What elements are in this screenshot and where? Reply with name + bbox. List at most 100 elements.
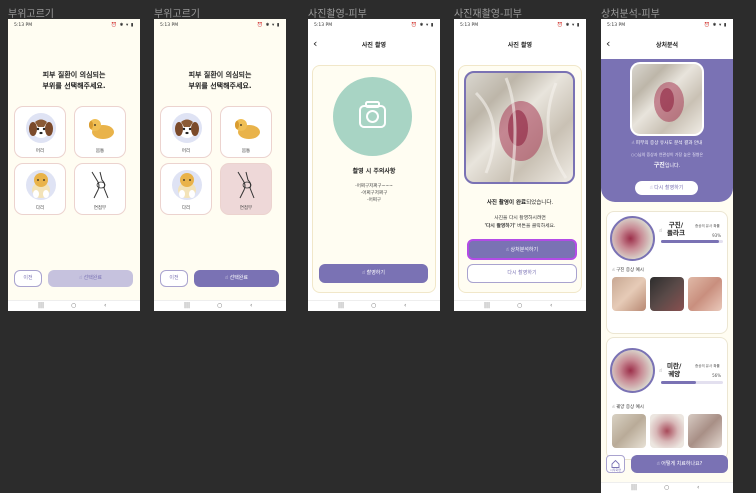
example-photo[interactable] — [688, 414, 722, 448]
reshoot-pill-button[interactable]: ☝ 다시 촬영하기 — [635, 181, 698, 195]
home-button[interactable]: 시작화면 — [606, 455, 625, 473]
camera-icon[interactable] — [333, 77, 412, 156]
status-icons: ⏰ ✱ ▾ ▮ — [704, 23, 727, 28]
part-option-joint[interactable]: 연접부 — [74, 163, 126, 215]
status-time: 5:13 PM — [14, 23, 33, 28]
phone-screen-capture: 5:13 PM ⏰ ✱ ▾ ▮ ‹ 사진 촬영 촬영 시 주의사항 -어쩌구저쩌구~… — [308, 19, 440, 311]
question-line: 부위를 선택해주세요. — [188, 82, 252, 90]
result-name: 구진/ 플라크 — [667, 221, 685, 237]
status-bar: 5:13 PM ⏰ ✱ ▾ ▮ — [8, 19, 140, 31]
question-text: 피부 질환이 의심되는 부위를 선택해주세요. — [154, 70, 286, 92]
done-message: 사진 촬영이 완료되었습니다. — [459, 198, 581, 206]
dog-head-icon — [172, 113, 202, 143]
status-time: 5:13 PM — [314, 23, 333, 28]
dog-leg-icon — [26, 170, 56, 200]
score-value: 93% — [712, 233, 721, 238]
part-option-head[interactable]: 머리 — [14, 106, 66, 158]
android-nav-bar: ||| ○ ‹ — [601, 482, 733, 493]
score-label: 증상의 유사 확률 — [695, 364, 720, 368]
home-label: 시작화면 — [609, 468, 622, 472]
confirm-button-disabled[interactable]: ☝ 선택완료 — [48, 270, 133, 287]
home-nav-icon[interactable]: ○ — [371, 302, 376, 309]
notice-title: 촬영 시 주의사항 — [352, 168, 396, 175]
part-option-head[interactable]: 머리 — [160, 106, 212, 158]
status-icons: ⏰ ✱ ▾ ▮ — [411, 23, 434, 28]
result-card[interactable]: ☝ 구진/ 플라크 증상의 유사 확률 93% ☝ 구진 증상 예시 — [606, 211, 728, 334]
example-photo[interactable] — [650, 414, 684, 448]
android-nav-bar: ||| ○ ‹ — [154, 300, 286, 311]
example-photo[interactable] — [688, 277, 722, 311]
home-nav-icon[interactable]: ○ — [217, 302, 222, 309]
part-option-joint-selected[interactable]: 연접부 — [220, 163, 272, 215]
guide-line: 사진을 다시 촬영하시려면 — [494, 216, 546, 221]
android-nav-bar: ||| ○ ‹ — [454, 300, 586, 311]
score-label: 증상의 유사 확률 — [695, 224, 720, 228]
part-label: 연접부 — [93, 206, 107, 211]
part-label: 다리 — [181, 206, 191, 211]
part-option-body[interactable]: 몸통 — [74, 106, 126, 158]
recents-nav-icon[interactable]: ||| — [631, 484, 637, 491]
status-icons: ⏰ ✱ ▾ ▮ — [557, 23, 580, 28]
similar-label: ☝ 구진 증상 예시 — [612, 268, 644, 273]
phone-screen-select: 5:13 PM ⏰ ✱ ▾ ▮ 피부 질환이 의심되는 부위를 선택해주세요. 머리… — [8, 19, 140, 311]
result-name: 미란/ 궤양 — [667, 362, 682, 378]
top-bar: ‹ 사진 촬영 — [308, 33, 440, 53]
retake-card: 사진 촬영이 완료되었습니다. 사진을 다시 촬영하시려면 '다시 촬영하기' … — [458, 65, 582, 293]
score-bar-track — [661, 240, 723, 243]
joint-icon — [86, 170, 116, 200]
part-label: 머리 — [35, 149, 45, 154]
android-nav-bar: ||| ○ ‹ — [308, 300, 440, 311]
summary-suffix: 입니다. — [664, 163, 681, 169]
dog-body-icon — [232, 113, 262, 143]
back-nav-icon[interactable]: ‹ — [697, 484, 699, 491]
recents-nav-icon[interactable]: ||| — [484, 302, 490, 309]
recents-nav-icon[interactable]: ||| — [38, 302, 44, 309]
home-nav-icon[interactable]: ○ — [664, 484, 669, 491]
prev-button[interactable]: 이전 — [160, 270, 188, 287]
back-nav-icon[interactable]: ‹ — [550, 302, 552, 309]
page-title: 사진 촬영 — [361, 42, 387, 49]
top-bar: 사진 촬영 — [454, 33, 586, 53]
guide-bold: '다시 촬영하기' — [484, 224, 516, 229]
example-photo[interactable] — [612, 414, 646, 448]
notice-item: -어쩌구저쩌구~~~ — [355, 184, 393, 189]
prev-button[interactable]: 이전 — [14, 270, 42, 287]
confirm-button[interactable]: ☝ 선택완료 — [194, 270, 279, 287]
home-nav-icon[interactable]: ○ — [517, 302, 522, 309]
guide-line: '다시 촬영하기' 버튼을 클릭하세요. — [459, 223, 581, 231]
android-nav-bar: ||| ○ ‹ — [8, 300, 140, 311]
result-card[interactable]: ☝ 미란/ 궤양 증상의 유사 확률 56% ☝ 궤양 증상 예시 — [606, 337, 728, 460]
example-photo[interactable] — [650, 277, 684, 311]
score-bar-fill — [661, 381, 696, 384]
similar-label: ☝ 궤양 증상 예시 — [612, 405, 644, 410]
frame-label: 부위고르기 — [154, 9, 200, 20]
status-bar: 5:13 PM ⏰ ✱ ▾ ▮ — [601, 19, 733, 31]
result-icon: ☝ — [659, 228, 663, 234]
result-icon: ☝ — [659, 368, 663, 374]
recents-nav-icon[interactable]: ||| — [184, 302, 190, 309]
frame-label: 사진촬영-피부 — [308, 9, 367, 20]
part-label: 몸통 — [241, 149, 251, 154]
analyze-button[interactable]: ☝ 상처분석하기 — [467, 239, 577, 260]
question-line: 피부 질환이 의심되는 — [42, 71, 106, 79]
part-label: 머리 — [181, 149, 191, 154]
back-nav-icon[interactable]: ‹ — [250, 302, 252, 309]
recents-nav-icon[interactable]: ||| — [338, 302, 344, 309]
status-bar: 5:13 PM ⏰ ✱ ▾ ▮ — [454, 19, 586, 31]
part-option-leg[interactable]: 다리 — [160, 163, 212, 215]
notice-item: -어쩌구저쩌구 — [360, 191, 388, 196]
analyzed-photo — [630, 62, 704, 136]
shoot-button[interactable]: ☝ 촬영하기 — [319, 264, 428, 283]
back-nav-icon[interactable]: ‹ — [104, 302, 106, 309]
home-nav-icon[interactable]: ○ — [71, 302, 76, 309]
dog-leg-icon — [172, 170, 202, 200]
frame-label: 상처분석-피부 — [601, 9, 660, 20]
part-option-leg[interactable]: 다리 — [14, 163, 66, 215]
part-option-body[interactable]: 몸통 — [220, 106, 272, 158]
example-photo[interactable] — [612, 277, 646, 311]
done-rest: 되었습니다. — [526, 200, 554, 206]
reshoot-button[interactable]: 다시 촬영하기 — [467, 264, 577, 283]
back-nav-icon[interactable]: ‹ — [404, 302, 406, 309]
treatment-button[interactable]: ☝ 어떻게 치료하나요? — [631, 455, 728, 473]
status-bar: 5:13 PM ⏰ ✱ ▾ ▮ — [154, 19, 286, 31]
